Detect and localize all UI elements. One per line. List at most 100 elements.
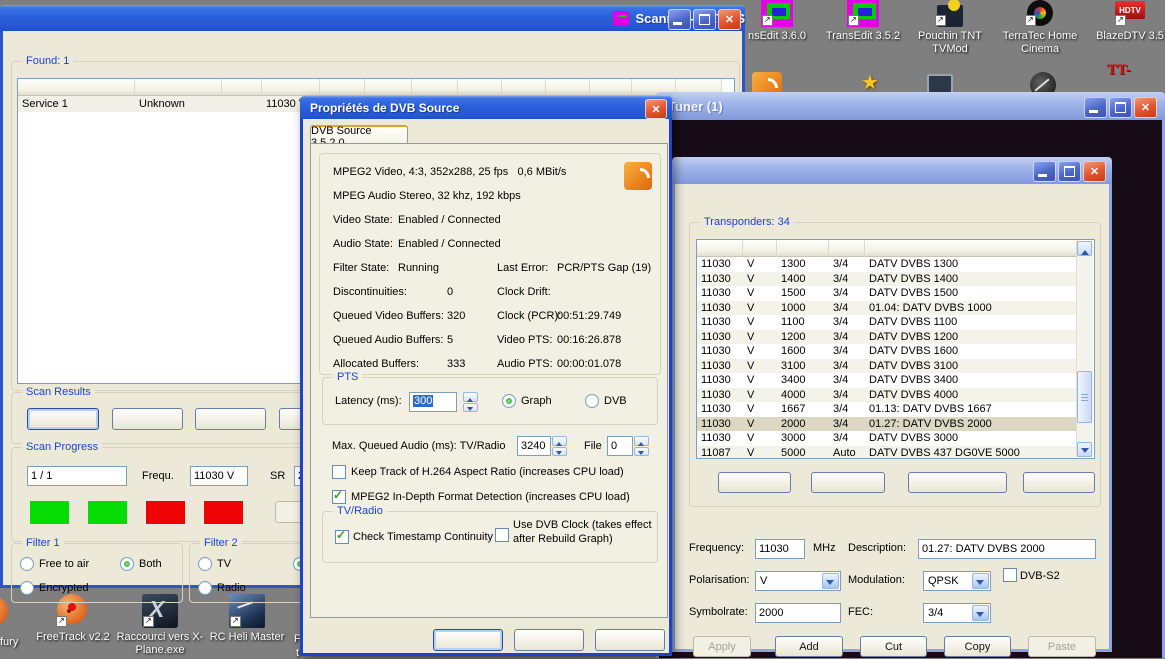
transponder-row[interactable]: 11030 V 1600 3/4 DATV DVBS 1600 bbox=[697, 344, 1078, 359]
transponder-row[interactable]: 11030 V 2000 3/4 01.27: DATV DVBS 2000 bbox=[697, 417, 1078, 432]
transponder-row[interactable]: 11030 V 1200 3/4 DATV DVBS 1200 bbox=[697, 330, 1078, 345]
option-checkbox-row[interactable]: Keep Track of H.264 Aspect Ratio (increa… bbox=[332, 459, 659, 484]
app-icon bbox=[761, 0, 793, 27]
desktop-icon[interactable]: TransEdit 3.5.2 bbox=[818, 0, 908, 43]
close-button[interactable] bbox=[1134, 97, 1157, 118]
progress-field[interactable] bbox=[27, 466, 127, 486]
scroll-down-icon[interactable] bbox=[1077, 442, 1092, 457]
transponder-row[interactable]: 11030 V 3000 3/4 DATV DVBS 3000 bbox=[697, 431, 1078, 446]
column-header[interactable] bbox=[590, 79, 632, 96]
desktop-icon[interactable]: nsEdit 3.6.0 bbox=[732, 0, 822, 43]
desktop-icon[interactable] bbox=[1105, 62, 1135, 90]
transponder-row[interactable]: 11030 V 1000 3/4 01.04: DATV DVBS 1000 bbox=[697, 301, 1078, 316]
edit-action-button[interactable]: Copy bbox=[944, 636, 1011, 657]
latency-input[interactable]: 300 bbox=[409, 392, 457, 412]
max-queued-tv-input[interactable] bbox=[517, 436, 551, 456]
frequency-field[interactable] bbox=[190, 466, 248, 486]
scanner-titlebar[interactable]: Scanner - DATV-S bbox=[0, 5, 745, 31]
column-header[interactable] bbox=[743, 240, 777, 257]
desktop-icon[interactable]: Pouchin TNT TVMod bbox=[905, 0, 995, 56]
chevron-down-icon[interactable] bbox=[972, 573, 989, 589]
transponder-row[interactable]: 11087 V 5000 Auto DATV DVBS 437 DG0VE 50… bbox=[697, 446, 1078, 460]
column-header[interactable] bbox=[135, 79, 222, 96]
scan-results-button[interactable] bbox=[27, 408, 99, 430]
fec-value: 3/4 bbox=[928, 607, 943, 619]
clock-pcr-value: 00:51:29.749 bbox=[557, 310, 621, 322]
minimize-button[interactable] bbox=[1084, 97, 1107, 118]
dialog-button[interactable] bbox=[595, 629, 665, 651]
transponder-row[interactable]: 11030 V 1400 3/4 DATV DVBS 1400 bbox=[697, 272, 1078, 287]
column-header[interactable] bbox=[777, 240, 829, 257]
dvbs2-checkbox[interactable] bbox=[1003, 568, 1017, 582]
symbolrate-input[interactable] bbox=[755, 603, 841, 623]
minimize-button[interactable] bbox=[1033, 161, 1056, 182]
column-header[interactable] bbox=[865, 240, 1078, 257]
filter-radio-option[interactable]: Free to air bbox=[20, 552, 120, 576]
edit-action-button[interactable]: Cut bbox=[860, 636, 927, 657]
partial-desktop-icon[interactable] bbox=[0, 596, 8, 628]
transponder-action-button[interactable] bbox=[908, 472, 1007, 493]
latency-spinner[interactable] bbox=[463, 392, 478, 412]
scrollbar[interactable] bbox=[1076, 241, 1093, 457]
edit-action-button[interactable]: Add bbox=[775, 636, 843, 657]
scroll-up-icon[interactable] bbox=[1077, 241, 1092, 256]
dvb-clock-checkbox[interactable] bbox=[495, 528, 509, 542]
column-header[interactable] bbox=[458, 79, 502, 96]
transponder-row[interactable]: 11030 V 4000 3/4 DATV DVBS 4000 bbox=[697, 388, 1078, 403]
close-button[interactable] bbox=[718, 9, 741, 30]
column-header[interactable] bbox=[365, 79, 412, 96]
transponder-row[interactable]: 11030 V 1667 3/4 01.13: DATV DVBS 1667 bbox=[697, 402, 1078, 417]
close-button[interactable] bbox=[645, 99, 667, 119]
fec-select[interactable]: 3/4 bbox=[923, 603, 991, 623]
column-header[interactable] bbox=[262, 79, 320, 96]
transponder-row[interactable]: 11030 V 3400 3/4 DATV DVBS 3400 bbox=[697, 373, 1078, 388]
edit-action-button[interactable]: Paste bbox=[1028, 636, 1096, 657]
minimize-button[interactable] bbox=[668, 9, 691, 30]
frequency-input[interactable] bbox=[755, 539, 805, 559]
filter-radio-option[interactable]: Encrypted bbox=[20, 576, 120, 600]
transponder-row[interactable]: 11030 V 1500 3/4 DATV DVBS 1500 bbox=[697, 286, 1078, 301]
transponder-action-button[interactable] bbox=[1023, 472, 1095, 493]
column-header[interactable] bbox=[412, 79, 458, 96]
filter-radio-option[interactable]: Both bbox=[120, 552, 178, 576]
max-queued-file-input[interactable] bbox=[607, 436, 633, 456]
column-header[interactable] bbox=[320, 79, 365, 96]
maximize-button[interactable] bbox=[1058, 161, 1081, 182]
chevron-down-icon[interactable] bbox=[972, 605, 989, 621]
graph-radio-option[interactable]: Graph bbox=[502, 389, 552, 413]
transponder-row[interactable]: 11030 V 1100 3/4 DATV DVBS 1100 bbox=[697, 315, 1078, 330]
dialog-titlebar[interactable]: Propriétés de DVB Source bbox=[300, 96, 672, 119]
description-input[interactable] bbox=[918, 539, 1096, 559]
maximize-button[interactable] bbox=[1109, 97, 1132, 118]
column-header[interactable] bbox=[829, 240, 865, 257]
column-header[interactable] bbox=[222, 79, 262, 96]
filter-radio-option[interactable]: TV bbox=[198, 552, 293, 576]
close-button[interactable] bbox=[1083, 161, 1106, 182]
polarisation-select[interactable]: V bbox=[755, 571, 841, 591]
transponder-row[interactable]: 11030 V 3100 3/4 DATV DVBS 3100 bbox=[697, 359, 1078, 374]
desktop-icon[interactable]: TerraTec Home Cinema bbox=[995, 0, 1085, 56]
transponder-row[interactable]: 11030 V 1300 3/4 DATV DVBS 1300 bbox=[697, 257, 1078, 272]
desktop-icon[interactable]: Raccourci vers X-Plane.exe bbox=[115, 594, 205, 657]
scan-results-button[interactable] bbox=[112, 408, 183, 430]
chevron-down-icon[interactable] bbox=[822, 573, 839, 589]
modulation-select[interactable]: QPSK bbox=[923, 571, 991, 591]
column-header[interactable] bbox=[18, 79, 135, 96]
transponder-action-button[interactable] bbox=[718, 472, 791, 493]
column-header[interactable] bbox=[502, 79, 546, 96]
dialog-button[interactable] bbox=[433, 629, 503, 651]
transponder-action-button[interactable] bbox=[811, 472, 885, 493]
scroll-thumb[interactable] bbox=[1077, 371, 1092, 423]
column-header[interactable] bbox=[697, 240, 743, 257]
desktop-icon[interactable]: HDTV BlazeDTV 3.5 bbox=[1085, 0, 1165, 43]
timestamp-checkbox[interactable] bbox=[335, 530, 349, 544]
filter-radio-option[interactable]: Radio bbox=[198, 576, 293, 600]
max-queued-tv-spinner[interactable] bbox=[552, 436, 567, 456]
maximize-button[interactable] bbox=[693, 9, 716, 30]
edit-action-button[interactable]: Apply bbox=[693, 636, 751, 657]
column-header[interactable] bbox=[546, 79, 590, 96]
max-queued-file-spinner[interactable] bbox=[634, 436, 649, 456]
dvb-radio-option[interactable]: DVB bbox=[585, 389, 627, 413]
dialog-button[interactable] bbox=[514, 629, 584, 651]
scan-results-button[interactable] bbox=[195, 408, 266, 430]
